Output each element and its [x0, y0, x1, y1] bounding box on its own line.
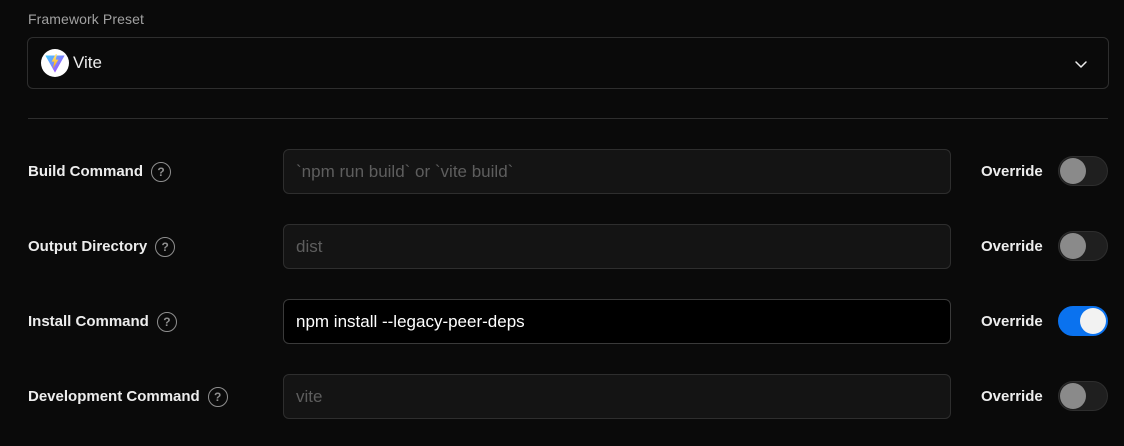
- build-override-label: Override: [981, 163, 1043, 180]
- install-command-label: Install Command ?: [28, 299, 177, 344]
- output-directory-label-text: Output Directory: [28, 238, 148, 255]
- install-command-input[interactable]: [283, 299, 951, 344]
- output-override-label: Override: [981, 238, 1043, 255]
- development-command-label-text: Development Command: [28, 388, 200, 405]
- output-directory-row: Output Directory ? Override: [0, 224, 1124, 269]
- toggle-knob: [1060, 158, 1086, 184]
- vite-logo-icon: [41, 49, 69, 77]
- toggle-knob: [1060, 233, 1086, 259]
- build-command-row: Build Command ? Override: [0, 149, 1124, 194]
- output-directory-input[interactable]: [283, 224, 951, 269]
- build-settings-panel: Framework Preset Vite Build Command ? `n…: [0, 0, 1124, 446]
- framework-preset-label: Framework Preset: [28, 11, 144, 27]
- development-override-label: Override: [981, 388, 1043, 405]
- framework-preset-value: Vite: [73, 53, 102, 72]
- install-override-label: Override: [981, 313, 1043, 330]
- build-override-toggle[interactable]: [1058, 156, 1108, 186]
- development-command-row: Development Command ? Override: [0, 374, 1124, 419]
- question-circle-icon[interactable]: ?: [156, 311, 177, 332]
- chevron-down-icon: [1073, 56, 1089, 72]
- output-directory-label: Output Directory ?: [28, 224, 176, 269]
- install-command-label-text: Install Command: [28, 313, 149, 330]
- build-command-label: Build Command ?: [28, 149, 171, 194]
- install-override-toggle[interactable]: [1058, 306, 1108, 336]
- development-command-label: Development Command ?: [28, 374, 228, 419]
- question-circle-icon[interactable]: ?: [151, 161, 171, 182]
- section-divider: [28, 118, 1108, 119]
- question-circle-icon[interactable]: ?: [207, 386, 228, 407]
- install-command-row: Install Command ? Override: [0, 299, 1124, 344]
- question-circle-icon[interactable]: ?: [155, 236, 176, 257]
- toggle-knob: [1080, 308, 1106, 334]
- development-override-toggle[interactable]: [1058, 381, 1108, 411]
- development-command-input[interactable]: [283, 374, 951, 419]
- build-command-label-text: Build Command: [28, 163, 143, 180]
- toggle-knob: [1060, 383, 1086, 409]
- build-command-input[interactable]: [283, 149, 951, 194]
- output-override-toggle[interactable]: [1058, 231, 1108, 261]
- framework-preset-select[interactable]: Vite: [27, 37, 1109, 89]
